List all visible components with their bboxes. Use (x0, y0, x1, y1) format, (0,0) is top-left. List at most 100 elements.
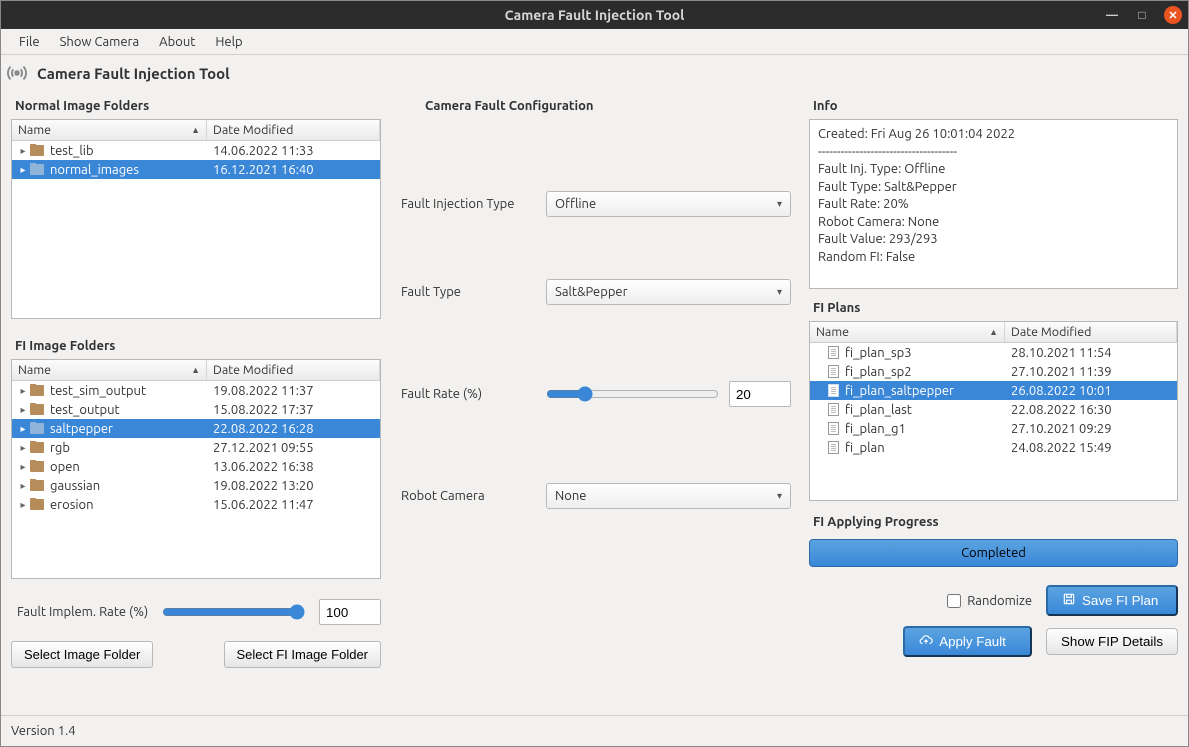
info-separator: ------------------------------------- (818, 144, 1169, 162)
version-text: Version 1.4 (11, 724, 76, 738)
table-row[interactable]: fi_plan_sp2 27.10.2021 11:39 (810, 362, 1177, 381)
info-box: Created: Fri Aug 26 10:01:04 2022 ------… (809, 119, 1178, 289)
chevron-right-icon[interactable]: ▸ (18, 480, 28, 492)
table-row[interactable]: ▸open 13.06.2022 16:38 (12, 457, 380, 476)
table-row[interactable]: ▸test_sim_output 19.08.2022 11:37 (12, 381, 380, 400)
fault-impl-rate-input[interactable] (319, 599, 381, 625)
folder-icon (30, 499, 44, 510)
close-icon[interactable]: ✕ (1164, 6, 1182, 24)
fault-type-combo[interactable]: Salt&Pepper (546, 279, 791, 305)
menubar: File Show Camera About Help (1, 29, 1188, 55)
menu-about[interactable]: About (149, 31, 205, 53)
info-line: Fault Type: Salt&Pepper (818, 179, 1169, 197)
col-header-date[interactable]: Date Modified (1005, 322, 1177, 342)
table-row[interactable]: ▸test_output 15.08.2022 17:37 (12, 400, 380, 419)
info-line: Fault Inj. Type: Offline (818, 161, 1169, 179)
table-row[interactable]: fi_plan_g1 27.10.2021 09:29 (810, 419, 1177, 438)
col-header-name[interactable]: Name▲ (12, 120, 207, 140)
col-left: Normal Image Folders Name▲ Date Modified… (11, 93, 391, 709)
col-right: Info Created: Fri Aug 26 10:01:04 2022 -… (801, 93, 1178, 709)
table-row[interactable]: ▸erosion 15.06.2022 11:47 (12, 495, 380, 514)
file-icon (828, 346, 839, 359)
apply-fault-button[interactable]: Apply Fault (903, 626, 1032, 657)
maximize-icon[interactable]: □ (1134, 7, 1150, 23)
table-row[interactable]: ▸gaussian 19.08.2022 13:20 (12, 476, 380, 495)
normal-folders-tree[interactable]: Name▲ Date Modified ▸test_lib 14.06.2022… (11, 119, 381, 319)
chevron-right-icon[interactable]: ▸ (18, 423, 28, 435)
folder-icon (30, 461, 44, 472)
table-row[interactable]: fi_plan 24.08.2022 15:49 (810, 438, 1177, 457)
chevron-right-icon[interactable]: ▸ (18, 164, 28, 176)
table-row[interactable]: ▸test_lib 14.06.2022 11:33 (12, 141, 380, 160)
save-fi-plan-button[interactable]: Save FI Plan (1046, 585, 1178, 616)
select-fi-folder-button[interactable]: Select FI Image Folder (224, 641, 382, 668)
folder-icon (30, 164, 44, 175)
show-fip-details-button[interactable]: Show FIP Details (1046, 628, 1178, 655)
file-icon (828, 403, 839, 416)
save-icon (1062, 592, 1076, 609)
file-icon (828, 422, 839, 435)
fault-injection-type-combo[interactable]: Offline (546, 191, 791, 217)
label-fault-rate: Fault Rate (%) (401, 387, 546, 401)
col-mid: Camera Fault Configuration Fault Injecti… (391, 93, 801, 709)
select-image-folder-button[interactable]: Select Image Folder (11, 641, 153, 668)
file-icon (828, 365, 839, 378)
app-window: Camera Fault Injection Tool — □ ✕ File S… (0, 0, 1189, 747)
broadcast-icon (5, 61, 29, 85)
table-row[interactable]: ▸saltpepper 22.08.2022 16:28 (12, 419, 380, 438)
folder-icon (30, 480, 44, 491)
menu-show-camera[interactable]: Show Camera (50, 31, 150, 53)
label-fi-plans: FI Plans (813, 301, 1178, 315)
label-camera-config: Camera Fault Configuration (425, 99, 791, 113)
table-row[interactable]: ▸rgb 27.12.2021 09:55 (12, 438, 380, 457)
label-fi-progress: FI Applying Progress (813, 515, 1178, 529)
label-fault-impl-rate: Fault Implem. Rate (%) (17, 605, 148, 619)
fault-rate-input[interactable] (729, 381, 791, 407)
app-title: Camera Fault Injection Tool (37, 65, 230, 82)
label-fault-injection-type: Fault Injection Type (401, 197, 546, 211)
content: Normal Image Folders Name▲ Date Modified… (1, 89, 1188, 715)
table-row[interactable]: fi_plan_saltpepper 26.08.2022 10:01 (810, 381, 1177, 400)
fi-folders-tree[interactable]: Name▲ Date Modified ▸test_sim_output 19.… (11, 359, 381, 579)
chevron-right-icon[interactable]: ▸ (18, 404, 28, 416)
label-robot-camera: Robot Camera (401, 489, 546, 503)
label-normal-folders: Normal Image Folders (15, 99, 381, 113)
info-created: Created: Fri Aug 26 10:01:04 2022 (818, 126, 1169, 144)
menu-help[interactable]: Help (205, 31, 252, 53)
col-header-name[interactable]: Name▲ (810, 322, 1005, 342)
chevron-right-icon[interactable]: ▸ (18, 442, 28, 454)
col-header-name[interactable]: Name▲ (12, 360, 207, 380)
menu-file[interactable]: File (9, 31, 50, 53)
label-fault-type: Fault Type (401, 285, 546, 299)
col-header-date[interactable]: Date Modified (207, 120, 380, 140)
folder-icon (30, 404, 44, 415)
randomize-checkbox-wrap[interactable]: Randomize (903, 594, 1032, 608)
minimize-icon[interactable]: — (1104, 7, 1120, 23)
folder-icon (30, 442, 44, 453)
chevron-right-icon[interactable]: ▸ (18, 145, 28, 157)
file-icon (828, 384, 839, 397)
info-line: Fault Value: 293/293 (818, 231, 1169, 249)
col-header-date[interactable]: Date Modified (207, 360, 380, 380)
titlebar: Camera Fault Injection Tool — □ ✕ (1, 1, 1188, 29)
sort-asc-icon: ▲ (191, 125, 200, 135)
fault-rate-slider[interactable] (546, 386, 719, 402)
progress-bar: Completed (809, 539, 1178, 567)
randomize-checkbox[interactable] (947, 594, 961, 608)
table-row[interactable]: fi_plan_last 22.08.2022 16:30 (810, 400, 1177, 419)
fi-plans-tree[interactable]: Name▲ Date Modified fi_plan_sp3 28.10.20… (809, 321, 1178, 501)
cloud-upload-icon (919, 633, 933, 650)
chevron-right-icon[interactable]: ▸ (18, 499, 28, 511)
info-line: Fault Rate: 20% (818, 196, 1169, 214)
table-row[interactable]: fi_plan_sp3 28.10.2021 11:54 (810, 343, 1177, 362)
sort-asc-icon: ▲ (191, 365, 200, 375)
folder-icon (30, 385, 44, 396)
table-row[interactable]: ▸normal_images 16.12.2021 16:40 (12, 160, 380, 179)
app-title-row: Camera Fault Injection Tool (1, 55, 1188, 89)
progress-text: Completed (961, 546, 1026, 560)
robot-camera-combo[interactable]: None (546, 483, 791, 509)
chevron-right-icon[interactable]: ▸ (18, 385, 28, 397)
label-fi-folders: FI Image Folders (15, 339, 381, 353)
chevron-right-icon[interactable]: ▸ (18, 461, 28, 473)
fault-impl-rate-slider[interactable] (162, 604, 305, 620)
